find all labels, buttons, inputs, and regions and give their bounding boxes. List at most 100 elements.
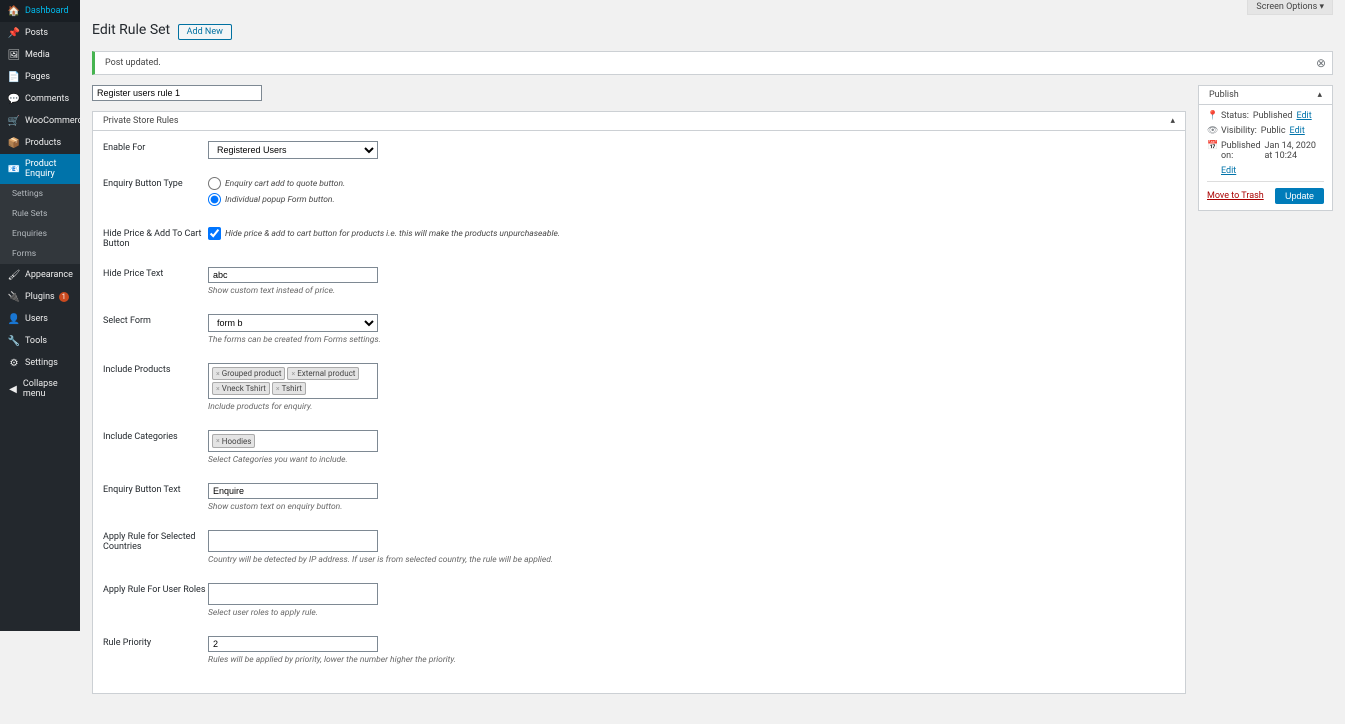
move-to-trash-link[interactable]: Move to Trash — [1207, 191, 1264, 201]
user-roles-label: Apply Rule For User Roles — [103, 583, 208, 595]
add-new-button[interactable]: Add New — [178, 24, 232, 40]
sidebar-item-appearance[interactable]: 🖌Appearance — [0, 264, 80, 286]
sidebar-item-collapse-menu[interactable]: ◀Collapse menu — [0, 374, 80, 404]
sidebar-item-users[interactable]: 👤Users — [0, 308, 80, 330]
status-value: Published — [1253, 111, 1293, 121]
visibility-value: Public — [1261, 126, 1286, 136]
enquiry-button-text-label: Enquiry Button Text — [103, 483, 208, 495]
tag-remove-icon[interactable]: × — [291, 370, 295, 378]
include-products-help: Include products for enquiry. — [208, 402, 708, 412]
tag-remove-icon[interactable]: × — [216, 370, 220, 378]
sidebar-item-settings[interactable]: Settings — [0, 184, 80, 204]
publish-toggle-icon[interactable]: ▴ — [1317, 90, 1322, 100]
countries-help: Country will be detected by IP address. … — [208, 555, 708, 565]
enquiry-button-type-label: Enquiry Button Type — [103, 177, 208, 189]
include-products-tagbox[interactable]: × Grouped product× External product × Vne… — [208, 363, 378, 399]
countries-tagbox[interactable] — [208, 530, 378, 552]
tag-hoodies[interactable]: × Hoodies — [212, 434, 255, 448]
enquiry-type-radio-cart[interactable] — [208, 177, 221, 190]
include-categories-tagbox[interactable]: × Hoodies — [208, 430, 378, 452]
user-roles-tagbox[interactable] — [208, 583, 378, 605]
pages-icon: 📄 — [8, 71, 20, 83]
tag-external-product[interactable]: × External product — [287, 367, 359, 380]
published-on-value: Jan 14, 2020 at 10:24 — [1265, 141, 1324, 161]
sidebar-item-rule-sets[interactable]: Rule Sets — [0, 204, 80, 224]
enable-for-select[interactable]: Registered Users — [208, 141, 378, 159]
dashboard-icon: 🏠 — [8, 5, 20, 17]
metabox-toggle-icon[interactable]: ▴ — [1170, 116, 1175, 126]
woocommerce-icon: 🛒 — [8, 115, 20, 127]
products-icon: 📦 — [8, 137, 20, 149]
status-label: Status: — [1221, 111, 1249, 121]
notice-dismiss-icon[interactable]: ⊗ — [1316, 56, 1326, 70]
comments-icon: 💬 — [8, 93, 20, 105]
sidebar-item-label: Forms — [12, 249, 36, 259]
notice-text: Post updated. — [105, 58, 161, 68]
publish-metabox: Publish ▴ 📍 Status: Published Edit 👁 Vis… — [1198, 85, 1333, 211]
sidebar-item-product-enquiry[interactable]: 📧Product Enquiry — [0, 154, 80, 184]
sidebar-item-label: Comments — [25, 94, 69, 104]
users-icon: 👤 — [8, 313, 20, 325]
notice-success: Post updated. ⊗ — [92, 51, 1333, 75]
sidebar-item-label: Plugins — [25, 292, 55, 302]
sidebar-item-comments[interactable]: 💬 Comments — [0, 88, 80, 110]
include-categories-help: Select Categories you want to include. — [208, 455, 708, 465]
rules-metabox-header[interactable]: Private Store Rules ▴ — [93, 112, 1185, 131]
sidebar-item-products[interactable]: 📦Products — [0, 132, 80, 154]
sidebar-item-label: Enquiries — [12, 229, 47, 239]
tag-grouped-product[interactable]: × Grouped product — [212, 367, 285, 380]
enquiry-type-radio-popup[interactable] — [208, 193, 221, 206]
tag-tshirt[interactable]: × Tshirt — [272, 382, 306, 395]
enquiry-button-text-help: Show custom text on enquiry button. — [208, 502, 708, 512]
metabox-title: Private Store Rules — [103, 116, 178, 126]
select-form-label: Select Form — [103, 314, 208, 326]
sidebar-item-label: Rule Sets — [12, 209, 47, 219]
hide-price-cart-check-text: Hide price & add to cart button for prod… — [225, 229, 560, 239]
sidebar-item-forms[interactable]: Forms — [0, 244, 80, 264]
hide-price-cart-checkbox[interactable] — [208, 227, 221, 240]
plugins-icon: 🔌 — [8, 291, 20, 303]
publish-metabox-header[interactable]: Publish ▴ — [1199, 86, 1332, 105]
sidebar-item-posts[interactable]: 📌Posts — [0, 22, 80, 44]
published-on-label: Published on: — [1221, 141, 1261, 161]
hide-price-cart-label: Hide Price & Add To Cart Button — [103, 227, 208, 249]
sidebar-item-woocommerce[interactable]: 🛒WooCommerce — [0, 110, 80, 132]
priority-input[interactable] — [208, 636, 378, 652]
screen-options-toggle[interactable]: Screen Options ▾ — [1247, 0, 1333, 15]
enquiry-button-text-input[interactable] — [208, 483, 378, 499]
enquiry-type-opt1-text: Enquiry cart add to quote button. — [225, 179, 345, 189]
sidebar-item-media[interactable]: 🖼Media — [0, 44, 80, 66]
select-form-select[interactable]: form b — [208, 314, 378, 332]
page-title: Edit Rule Set — [92, 22, 170, 38]
priority-label: Rule Priority — [103, 636, 208, 648]
rules-metabox: Private Store Rules ▴ Enable For Registe… — [92, 111, 1186, 694]
select-form-help: The forms can be created from Forms sett… — [208, 335, 708, 345]
status-edit-link[interactable]: Edit — [1296, 111, 1311, 121]
post-title-input[interactable] — [92, 85, 262, 101]
sidebar-item-label: Tools — [25, 336, 47, 346]
sidebar-item-dashboard[interactable]: 🏠Dashboard — [0, 0, 80, 22]
tag-remove-icon[interactable]: × — [276, 385, 280, 393]
visibility-edit-link[interactable]: Edit — [1290, 126, 1305, 136]
sidebar-item-pages[interactable]: 📄Pages — [0, 66, 80, 88]
sidebar-item-label: Media — [25, 50, 50, 60]
date-edit-link[interactable]: Edit — [1221, 166, 1236, 176]
sidebar-item-settings[interactable]: ⚙Settings — [0, 352, 80, 374]
user-roles-help: Select user roles to apply rule. — [208, 608, 708, 618]
hide-price-text-label: Hide Price Text — [103, 267, 208, 279]
calendar-icon: 📅 — [1207, 141, 1217, 151]
hide-price-text-input[interactable] — [208, 267, 378, 283]
eye-icon: 👁 — [1207, 126, 1217, 136]
update-button[interactable]: Update — [1275, 188, 1324, 204]
tag-remove-icon[interactable]: × — [216, 437, 220, 445]
sidebar-item-tools[interactable]: 🔧Tools — [0, 330, 80, 352]
sidebar-item-label: Posts — [25, 28, 48, 38]
sidebar-item-plugins[interactable]: 🔌 Plugins 1 — [0, 286, 80, 308]
update-badge: 1 — [59, 292, 69, 302]
sidebar-item-label: Settings — [12, 189, 43, 199]
sidebar-item-enquiries[interactable]: Enquiries — [0, 224, 80, 244]
tag-vneck-tshirt[interactable]: × Vneck Tshirt — [212, 382, 270, 395]
tag-remove-icon[interactable]: × — [216, 385, 220, 393]
sidebar-item-label: Appearance — [25, 270, 73, 280]
sidebar-item-label: Settings — [25, 358, 58, 368]
